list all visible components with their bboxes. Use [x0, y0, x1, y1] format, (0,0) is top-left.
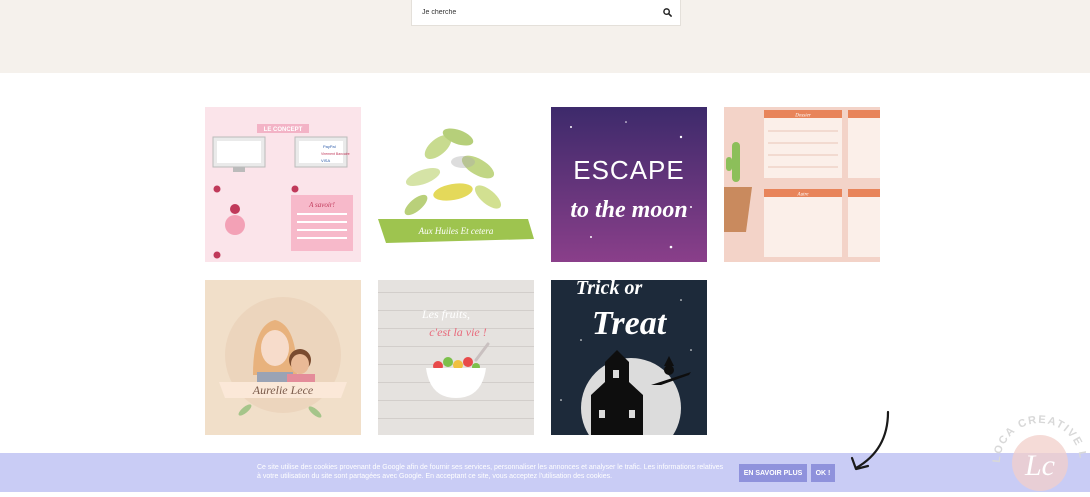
cookie-banner: Ce site utilise des cookies provenant de…	[0, 453, 1090, 492]
cookie-message: Ce site utilise des cookies provenant de…	[257, 464, 724, 480]
post-tile-aurelie[interactable]: Aurelie Lece	[205, 280, 361, 435]
tile-title: Aurelie Lece	[252, 383, 314, 397]
tile-title: ESCAPE	[573, 155, 685, 185]
post-tile-trick-or-treat[interactable]: Trick or Treat	[551, 280, 707, 435]
search-icon	[662, 8, 672, 17]
post-tile-aux-huiles[interactable]: Aux Huiles Et cetera	[378, 107, 534, 262]
search-input[interactable]	[412, 0, 654, 25]
accept-cookies-button[interactable]: OK !	[811, 464, 835, 482]
post-tile-les-fruits[interactable]: Les fruits, c'est la vie !	[378, 280, 534, 435]
post-tile-dossier[interactable]: Dossier Autre	[724, 107, 880, 262]
tile-subtitle: c'est la vie !	[429, 325, 487, 339]
post-tile-escape-moon[interactable]: ESCAPE to the moon	[551, 107, 707, 262]
learn-more-button[interactable]: EN SAVOIR PLUS	[739, 464, 807, 482]
site-logo[interactable]: LOCA CREATIVE LE BLOG Lc	[985, 396, 1087, 492]
logo-initials: Lc	[1024, 449, 1055, 482]
search-bar	[411, 0, 681, 26]
tile-title: Trick or	[576, 280, 643, 299]
tile-subtitle: to the moon	[570, 197, 687, 223]
svg-text:Dossier: Dossier	[794, 114, 811, 119]
search-button[interactable]	[654, 0, 680, 26]
svg-text:PayPal: PayPal	[323, 144, 336, 149]
svg-text:VISA: VISA	[321, 158, 330, 163]
tile-title: Aux Huiles Et cetera	[418, 226, 494, 236]
tile-title: Les fruits,	[421, 307, 470, 321]
svg-text:Virement Bancaire: Virement Bancaire	[321, 152, 350, 156]
tile-subtitle: Treat	[592, 305, 668, 342]
post-tile-le-concept[interactable]: LE CONCEPT PayPal Virement Bancaire VISA…	[205, 107, 361, 262]
arrow-pointer-icon	[850, 410, 890, 471]
svg-text:A savoir!: A savoir!	[308, 201, 335, 209]
tile-title: LE CONCEPT	[264, 127, 303, 133]
svg-text:Autre: Autre	[797, 193, 810, 198]
